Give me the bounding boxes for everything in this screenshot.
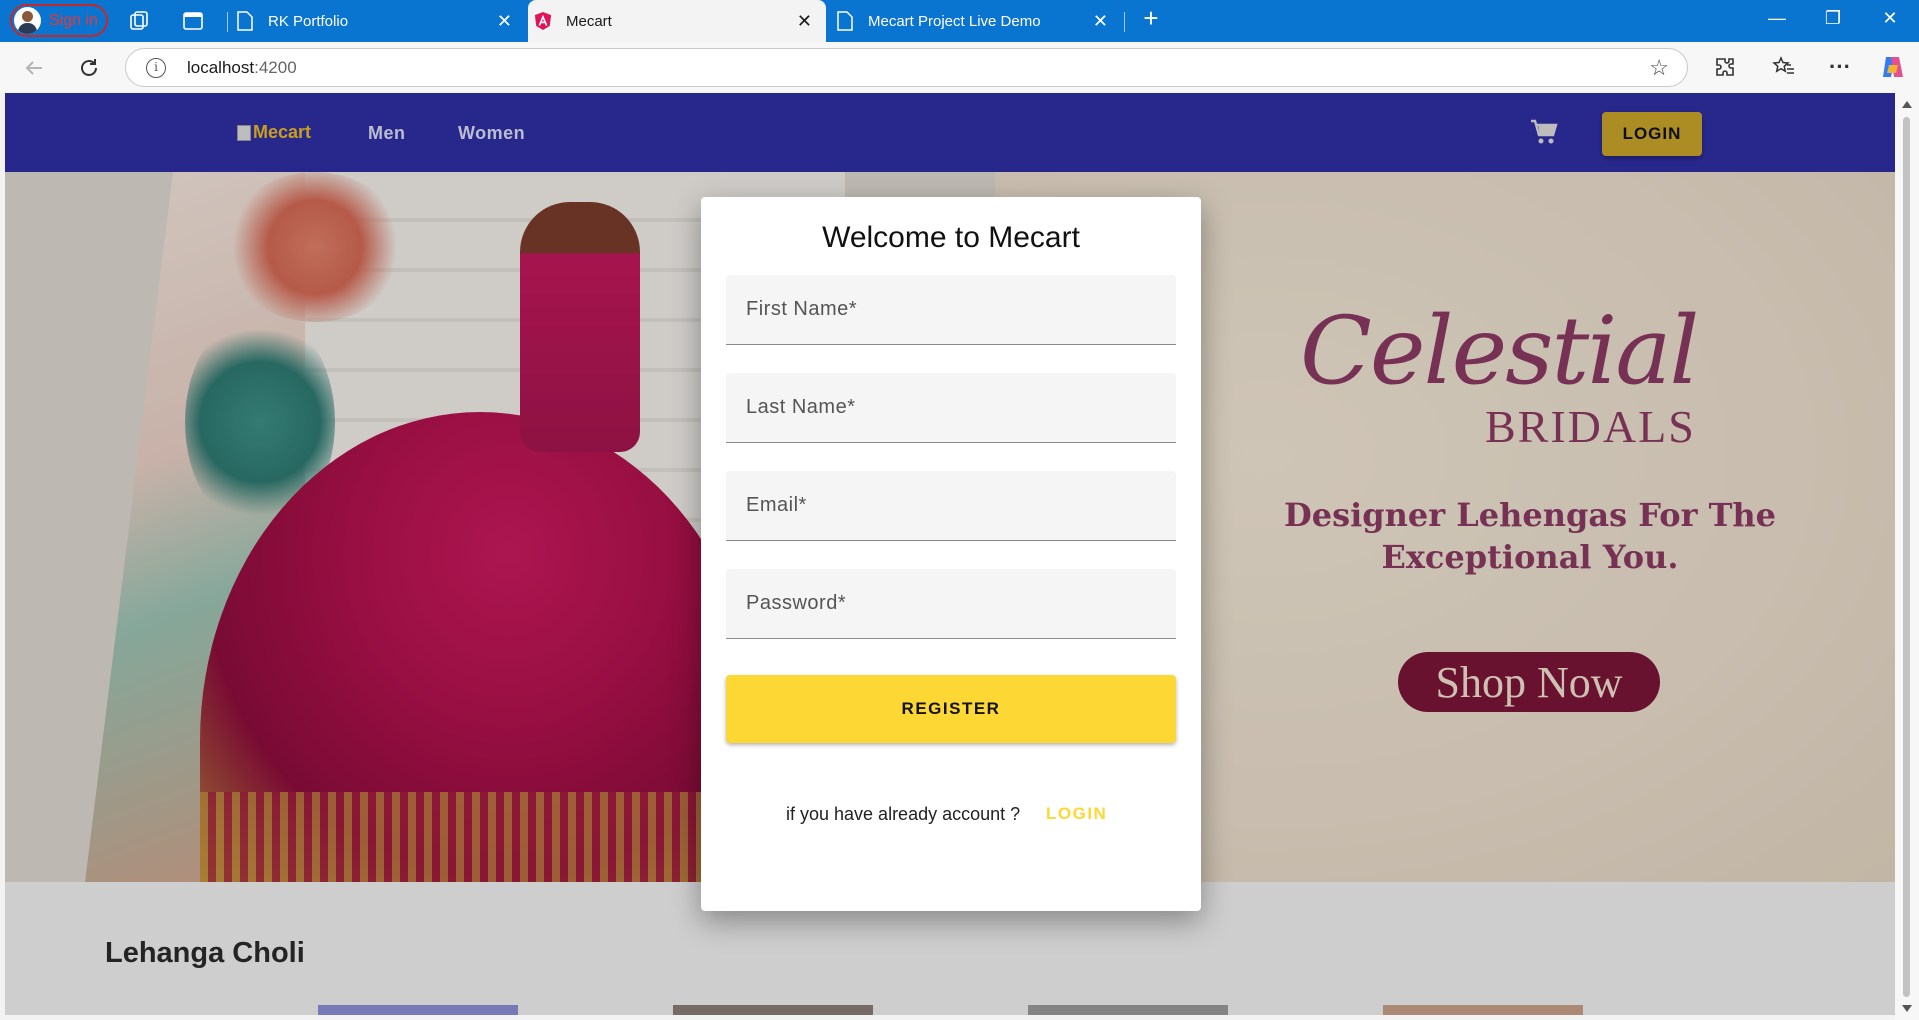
tab-title: Mecart bbox=[566, 12, 612, 30]
close-tab-icon[interactable]: ✕ bbox=[497, 11, 512, 32]
last-name-input[interactable] bbox=[726, 373, 1176, 442]
profile-signin-button[interactable]: Sign in bbox=[10, 4, 108, 37]
page-icon bbox=[237, 11, 253, 31]
page-viewport: Mecart Men Women LOGIN Celestial BRIDALS… bbox=[5, 93, 1895, 1015]
url-text[interactable]: localhost:4200 bbox=[187, 58, 297, 78]
scroll-up-arrow-icon[interactable] bbox=[1902, 101, 1912, 108]
first-name-input[interactable] bbox=[726, 275, 1176, 344]
tab-separator bbox=[227, 12, 228, 32]
signin-label: Sign in bbox=[49, 11, 98, 29]
workspaces-icon[interactable] bbox=[128, 9, 152, 33]
last-name-field[interactable] bbox=[726, 373, 1176, 443]
scrollbar-thumb[interactable] bbox=[1903, 117, 1910, 997]
address-bar[interactable]: i localhost:4200 ☆ bbox=[125, 48, 1688, 87]
password-field[interactable] bbox=[726, 569, 1176, 639]
address-toolbar: i localhost:4200 ☆ ··· bbox=[0, 42, 1919, 93]
back-button[interactable] bbox=[20, 54, 48, 82]
restore-button[interactable]: ❐ bbox=[1813, 8, 1853, 29]
tab-actions-icon[interactable] bbox=[181, 9, 205, 33]
register-button[interactable]: REGISTER bbox=[726, 675, 1176, 743]
page-icon bbox=[837, 11, 853, 31]
favorites-list-icon bbox=[1772, 56, 1794, 74]
dialog-login-link[interactable]: LOGIN bbox=[1046, 804, 1107, 824]
tab-mecart[interactable]: Mecart ✕ bbox=[528, 0, 826, 42]
back-arrow-icon bbox=[25, 61, 42, 75]
angular-icon bbox=[534, 12, 552, 30]
puzzle-icon bbox=[1716, 58, 1734, 76]
site-info-icon[interactable]: i bbox=[146, 58, 166, 78]
new-tab-button[interactable]: + bbox=[1131, 3, 1171, 34]
scroll-down-arrow-icon[interactable] bbox=[1902, 1005, 1912, 1012]
close-window-button[interactable]: ✕ bbox=[1870, 8, 1910, 29]
copilot-icon bbox=[1883, 57, 1903, 77]
extensions-button[interactable] bbox=[1712, 54, 1738, 80]
favorites-button[interactable] bbox=[1771, 54, 1797, 80]
copilot-button[interactable] bbox=[1880, 54, 1906, 80]
password-input[interactable] bbox=[726, 569, 1176, 638]
tab-title: RK Portfolio bbox=[268, 12, 349, 30]
email-input[interactable] bbox=[726, 471, 1176, 540]
first-name-field[interactable] bbox=[726, 275, 1176, 345]
email-field[interactable] bbox=[726, 471, 1176, 541]
refresh-icon bbox=[81, 59, 97, 76]
register-dialog: Welcome to Mecart REGISTER if you have a… bbox=[701, 197, 1201, 911]
tab-separator bbox=[1124, 12, 1125, 32]
refresh-button[interactable] bbox=[75, 54, 103, 82]
already-account-text: if you have already account ? bbox=[786, 804, 1021, 824]
close-tab-icon[interactable]: ✕ bbox=[1093, 11, 1108, 32]
browser-tab-bar: Sign in RK Portfolio ✕ Mecart ✕ Mecart P… bbox=[0, 0, 1919, 42]
dialog-title: Welcome to Mecart bbox=[822, 221, 1080, 254]
tab-rk-portfolio[interactable]: RK Portfolio ✕ bbox=[236, 0, 526, 42]
minimize-button[interactable]: — bbox=[1757, 8, 1797, 29]
close-tab-icon[interactable]: ✕ bbox=[797, 11, 812, 32]
tab-title: Mecart Project Live Demo bbox=[868, 12, 1041, 30]
page-scrollbar[interactable] bbox=[1895, 93, 1919, 1020]
avatar bbox=[14, 7, 41, 34]
more-options-icon[interactable]: ··· bbox=[1827, 54, 1853, 80]
favorite-star-icon[interactable]: ☆ bbox=[1649, 55, 1669, 81]
tab-mecart-live-demo[interactable]: Mecart Project Live Demo ✕ bbox=[836, 0, 1122, 42]
